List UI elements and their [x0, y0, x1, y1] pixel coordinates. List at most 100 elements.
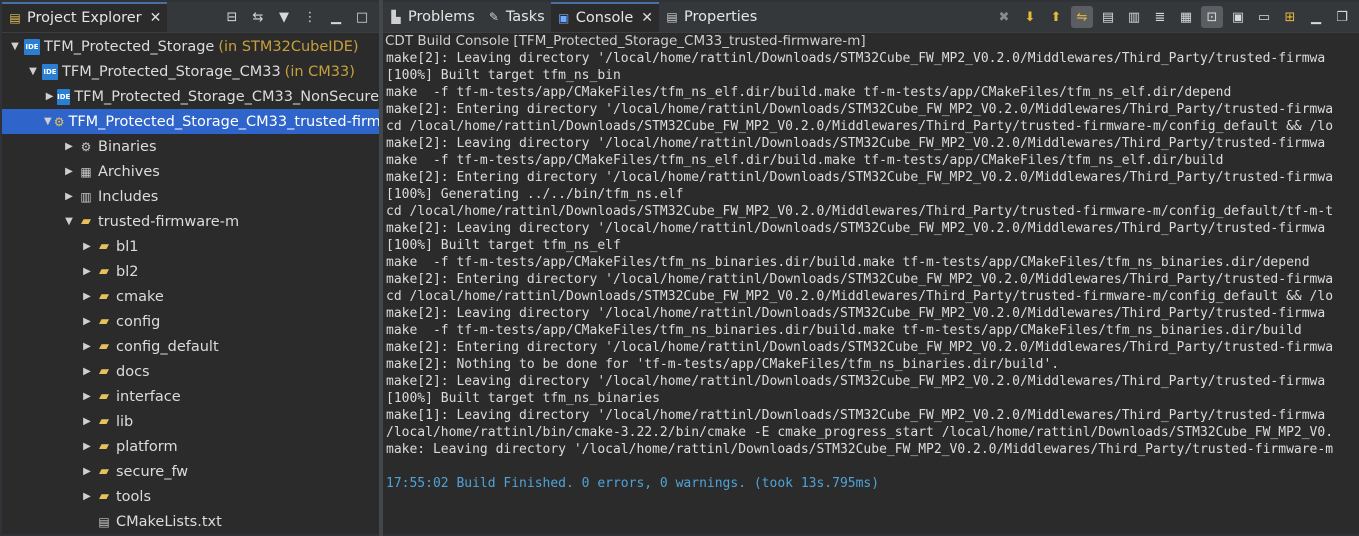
tree-item[interactable]: ▶ ▰ docs [2, 359, 379, 384]
folder-icon: ▰ [99, 463, 109, 479]
tree-item[interactable]: ▶ ▥ Includes [2, 184, 379, 209]
folder-icon: ▰ [99, 438, 109, 454]
chevron-right-icon[interactable]: ▶ [80, 416, 94, 427]
console-line: make: Leaving directory '/local/home/rat… [386, 442, 1334, 457]
tree-item[interactable]: ▶ ▰ bl1 [2, 234, 379, 259]
word-wrap-button[interactable]: ≣ [1149, 6, 1171, 28]
scroll-lock-button[interactable]: ▥ [1123, 6, 1145, 28]
collapse-all-button[interactable]: ⊟ [221, 6, 243, 28]
project-icon: ⚙ [53, 114, 65, 129]
link-errors-button[interactable]: ⇋ [1071, 6, 1093, 28]
minimize-button[interactable]: ▁ [325, 6, 347, 28]
tree-item-label: tools [116, 488, 152, 505]
tree-item[interactable]: ▼ IDE TFM_Protected_Storage_CM33 (in CM33) [2, 59, 379, 84]
clear-console-button[interactable]: ✖ [993, 6, 1015, 28]
folder-icon: ▰ [99, 413, 109, 429]
folder-icon: ▰ [99, 313, 109, 329]
tree-item[interactable]: ▶ ▰ cmake [2, 284, 379, 309]
copy-build-log-button[interactable]: ▤ [1097, 6, 1119, 28]
new-console-button[interactable]: ⊞ [1279, 6, 1301, 28]
chevron-right-icon[interactable]: ▶ [80, 341, 94, 352]
filter-button[interactable]: ▼ [273, 6, 295, 28]
view-menu-button[interactable]: ⋮ [299, 6, 321, 28]
tree-item-label: TFM_Protected_Storage [44, 38, 215, 55]
open-console-button[interactable]: ▭ [1253, 6, 1275, 28]
tree-item[interactable]: ▶ ▰ secure_fw [2, 459, 379, 484]
display-selected-console-button[interactable]: ▣ [1227, 6, 1249, 28]
ide-icon: IDE [42, 63, 58, 80]
tree-item-label: cmake [116, 288, 164, 305]
chevron-right-icon[interactable]: ▶ [80, 266, 94, 277]
folder-icon: ▰ [99, 488, 109, 504]
console-line: cd /local/home/rattinl/Downloads/STM32Cu… [386, 289, 1334, 304]
tree-item[interactable]: ▶ ▦ Archives [2, 159, 379, 184]
close-icon[interactable]: ✕ [150, 10, 162, 26]
tab-console[interactable]: ▣ Console ✕ [550, 2, 659, 32]
console-line: make -f tf-m-tests/app/CMakeFiles/tfm_ns… [386, 153, 1224, 168]
tree-item[interactable]: ▶ ▰ lib [2, 409, 379, 434]
console-line: make[2]: Nothing to be done for 'tf-m-te… [386, 357, 1060, 372]
tab-label: Problems [408, 9, 475, 25]
chevron-right-icon[interactable]: ▶ [80, 366, 94, 377]
tab-label: Tasks [505, 9, 545, 25]
maximize-button[interactable]: □ [351, 6, 373, 28]
chevron-down-icon[interactable]: ▼ [62, 216, 76, 227]
tab-properties[interactable]: ▤ Properties [659, 2, 763, 32]
folder-icon: ▰ [99, 363, 109, 379]
tree-item[interactable]: ▶ ▰ bl2 [2, 259, 379, 284]
tree-item-label: secure_fw [116, 463, 189, 480]
tab-tasks[interactable]: ✎ Tasks [481, 2, 551, 32]
console-line: [100%] Generating ../../bin/tfm_ns.elf [386, 187, 684, 202]
link-with-editor-button[interactable]: ⇆ [247, 6, 269, 28]
tree-item[interactable]: ▶ ▰ tools [2, 484, 379, 509]
tree-item[interactable]: ▶ ▰ interface [2, 384, 379, 409]
chevron-right-icon[interactable]: ▶ [80, 241, 94, 252]
next-error-button[interactable]: ⬇ [1019, 6, 1041, 28]
console-line: make -f tf-m-tests/app/CMakeFiles/tfm_ns… [386, 85, 1232, 100]
tree-item[interactable]: ▤ CMakeLists.txt [2, 509, 379, 534]
chevron-right-icon[interactable]: ▶ [62, 166, 76, 177]
console-output[interactable]: make[2]: Leaving directory '/local/home/… [383, 50, 1359, 492]
tab-label: Properties [684, 9, 758, 25]
minimize-button[interactable]: ▁ [1305, 6, 1327, 28]
chevron-right-icon[interactable]: ▶ [80, 291, 94, 302]
tree-item-label: bl2 [116, 263, 139, 280]
tab-project-explorer[interactable]: ▤ Project Explorer ✕ [2, 2, 168, 32]
tab-problems[interactable]: ▙ Problems [383, 2, 481, 32]
tree-item[interactable]: ▶ ▰ config_default [2, 334, 379, 359]
chevron-right-icon[interactable]: ▶ [80, 491, 94, 502]
tree-item[interactable]: ▼ IDE TFM_Protected_Storage (in STM32CubeID… [2, 34, 379, 59]
chevron-down-icon[interactable]: ▼ [44, 116, 52, 127]
tree-item[interactable]: ▶ ▰ config [2, 309, 379, 334]
console-line: make[2]: Leaving directory '/local/home/… [386, 136, 1326, 151]
chevron-right-icon[interactable]: ▶ [80, 391, 94, 402]
chevron-right-icon[interactable]: ▶ [62, 191, 76, 202]
chevron-right-icon[interactable]: ▶ [80, 441, 94, 452]
console-line: make[2]: Leaving directory '/local/home/… [386, 306, 1326, 321]
console-line: [100%] Built target tfm_ns_elf [386, 238, 621, 253]
chevron-right-icon[interactable]: ▶ [44, 91, 55, 102]
maximize-button[interactable]: ❐ [1331, 6, 1353, 28]
chevron-right-icon[interactable]: ▶ [62, 141, 76, 152]
tree-item[interactable]: ▼ ⚙ TFM_Protected_Storage_CM33_trusted-fir… [2, 109, 379, 134]
ide-icon: IDE [57, 88, 71, 105]
show-console-button[interactable]: ⊡ [1201, 6, 1223, 28]
chevron-right-icon[interactable]: ▶ [80, 316, 94, 327]
tree-item-location: (in CM33) [284, 63, 355, 80]
project-explorer-tabbar: ▤ Project Explorer ✕ ⊟ ⇆ ▼ ⋮ ▁ □ [2, 2, 379, 33]
tree-item[interactable]: ▶ ⚙ Binaries [2, 134, 379, 159]
tree-item[interactable]: ▼ ▰ trusted-firmware-m [2, 209, 379, 234]
previous-error-button[interactable]: ⬆ [1045, 6, 1067, 28]
console-line: make[2]: Leaving directory '/local/home/… [386, 221, 1326, 236]
chevron-right-icon[interactable]: ▶ [80, 466, 94, 477]
chevron-down-icon[interactable]: ▼ [8, 41, 22, 52]
properties-icon: ▤ [666, 10, 678, 24]
tree-item-label: Archives [98, 163, 160, 180]
console-line: cd /local/home/rattinl/Downloads/STM32Cu… [386, 119, 1334, 134]
close-icon[interactable]: ✕ [641, 10, 653, 26]
tree-item[interactable]: ▶ ▰ platform [2, 434, 379, 459]
pin-console-button[interactable]: ▦ [1175, 6, 1197, 28]
tab-label: Project Explorer [27, 10, 142, 26]
chevron-down-icon[interactable]: ▼ [26, 66, 40, 77]
tree-item[interactable]: ▶ IDE TFM_Protected_Storage_CM33_NonSecure [2, 84, 379, 109]
